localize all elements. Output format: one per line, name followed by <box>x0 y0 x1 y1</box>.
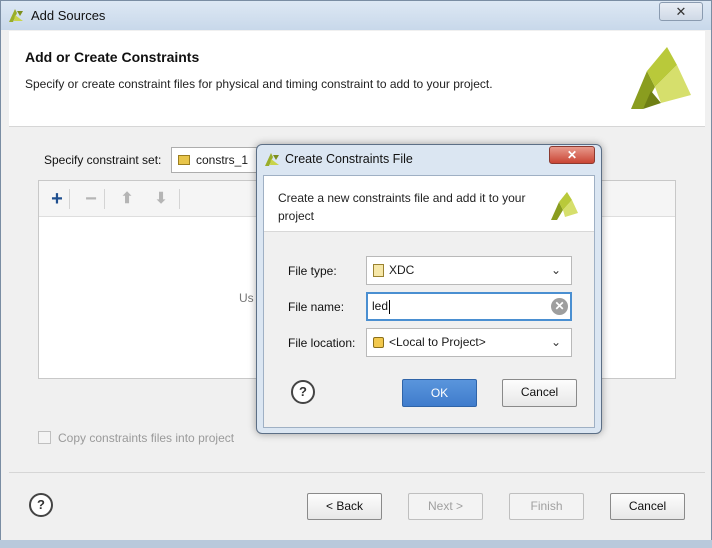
next-button[interactable]: Next > <box>408 493 483 520</box>
dialog-description: Create a new constraints file and add it… <box>278 191 526 223</box>
file-location-value: <Local to Project> <box>389 335 486 349</box>
cancel-button[interactable]: Cancel <box>610 493 685 520</box>
constraint-set-select[interactable]: constrs_1 <box>171 147 261 173</box>
chevron-down-icon: ⌄ <box>550 335 561 349</box>
file-location-select[interactable]: <Local to Project> ⌄ <box>366 328 572 357</box>
page-title: Add or Create Constraints <box>25 49 200 65</box>
dialog-header: Create a new constraints file and add it… <box>264 176 594 232</box>
add-file-icon[interactable]: + <box>45 187 69 211</box>
ok-button[interactable]: OK <box>402 379 477 407</box>
file-name-field[interactable]: led <box>366 292 572 321</box>
dialog-close-button[interactable]: ✕ <box>549 146 595 164</box>
file-location-label: File location: <box>288 336 356 350</box>
vivado-logo-icon <box>265 153 279 166</box>
vivado-dialog-logo-icon <box>551 192 578 220</box>
file-name-value: led <box>372 299 389 313</box>
footer-divider <box>9 472 705 473</box>
file-name-label: File name: <box>288 300 345 314</box>
copy-constraints-checkbox[interactable] <box>38 431 51 444</box>
chevron-down-icon: ⌄ <box>550 263 561 277</box>
move-down-icon[interactable]: ⬇ <box>149 187 173 211</box>
create-constraints-file-dialog: Create Constraints File ✕ Create a new c… <box>256 144 602 434</box>
dialog-help-icon[interactable]: ? <box>291 380 315 404</box>
wizard-header: Add or Create Constraints Specify or cre… <box>9 31 705 127</box>
dialog-cancel-button[interactable]: Cancel <box>502 379 577 407</box>
file-type-label: File type: <box>288 264 337 278</box>
constraint-set-label: Specify constraint set: <box>44 153 162 167</box>
dialog-content: Create a new constraints file and add it… <box>263 175 595 428</box>
text-caret <box>389 299 391 314</box>
file-type-value: XDC <box>389 263 415 277</box>
xdc-file-icon <box>373 264 384 277</box>
help-icon[interactable]: ? <box>29 493 53 517</box>
folder-location-icon <box>373 337 384 348</box>
dialog-title-bar: Create Constraints File ✕ <box>257 145 601 174</box>
remove-file-icon[interactable]: − <box>79 187 103 211</box>
copy-constraints-label: Copy constraints files into project <box>58 431 235 445</box>
vivado-header-logo-icon <box>631 47 691 109</box>
move-up-icon[interactable]: ⬆ <box>115 187 139 211</box>
toolbar-divider <box>179 189 180 209</box>
vivado-logo-icon <box>9 9 23 22</box>
back-button[interactable]: < Back <box>307 493 382 520</box>
finish-button[interactable]: Finish <box>509 493 584 520</box>
constraint-set-icon <box>178 155 190 165</box>
window-bottom-edge <box>0 540 712 548</box>
page-description: Specify or create constraint files for p… <box>25 77 493 91</box>
toolbar-divider <box>69 189 70 209</box>
clear-input-icon[interactable]: ✕ <box>551 298 568 315</box>
list-empty-hint: Us <box>239 291 254 305</box>
title-bar: Add Sources ✕ <box>1 1 711 30</box>
file-type-select[interactable]: XDC ⌄ <box>366 256 572 285</box>
toolbar-divider <box>104 189 105 209</box>
dialog-title: Create Constraints File <box>285 152 413 166</box>
window-title: Add Sources <box>31 8 106 23</box>
constraint-set-value: constrs_1 <box>196 153 249 167</box>
window-close-button[interactable]: ✕ <box>659 2 703 21</box>
